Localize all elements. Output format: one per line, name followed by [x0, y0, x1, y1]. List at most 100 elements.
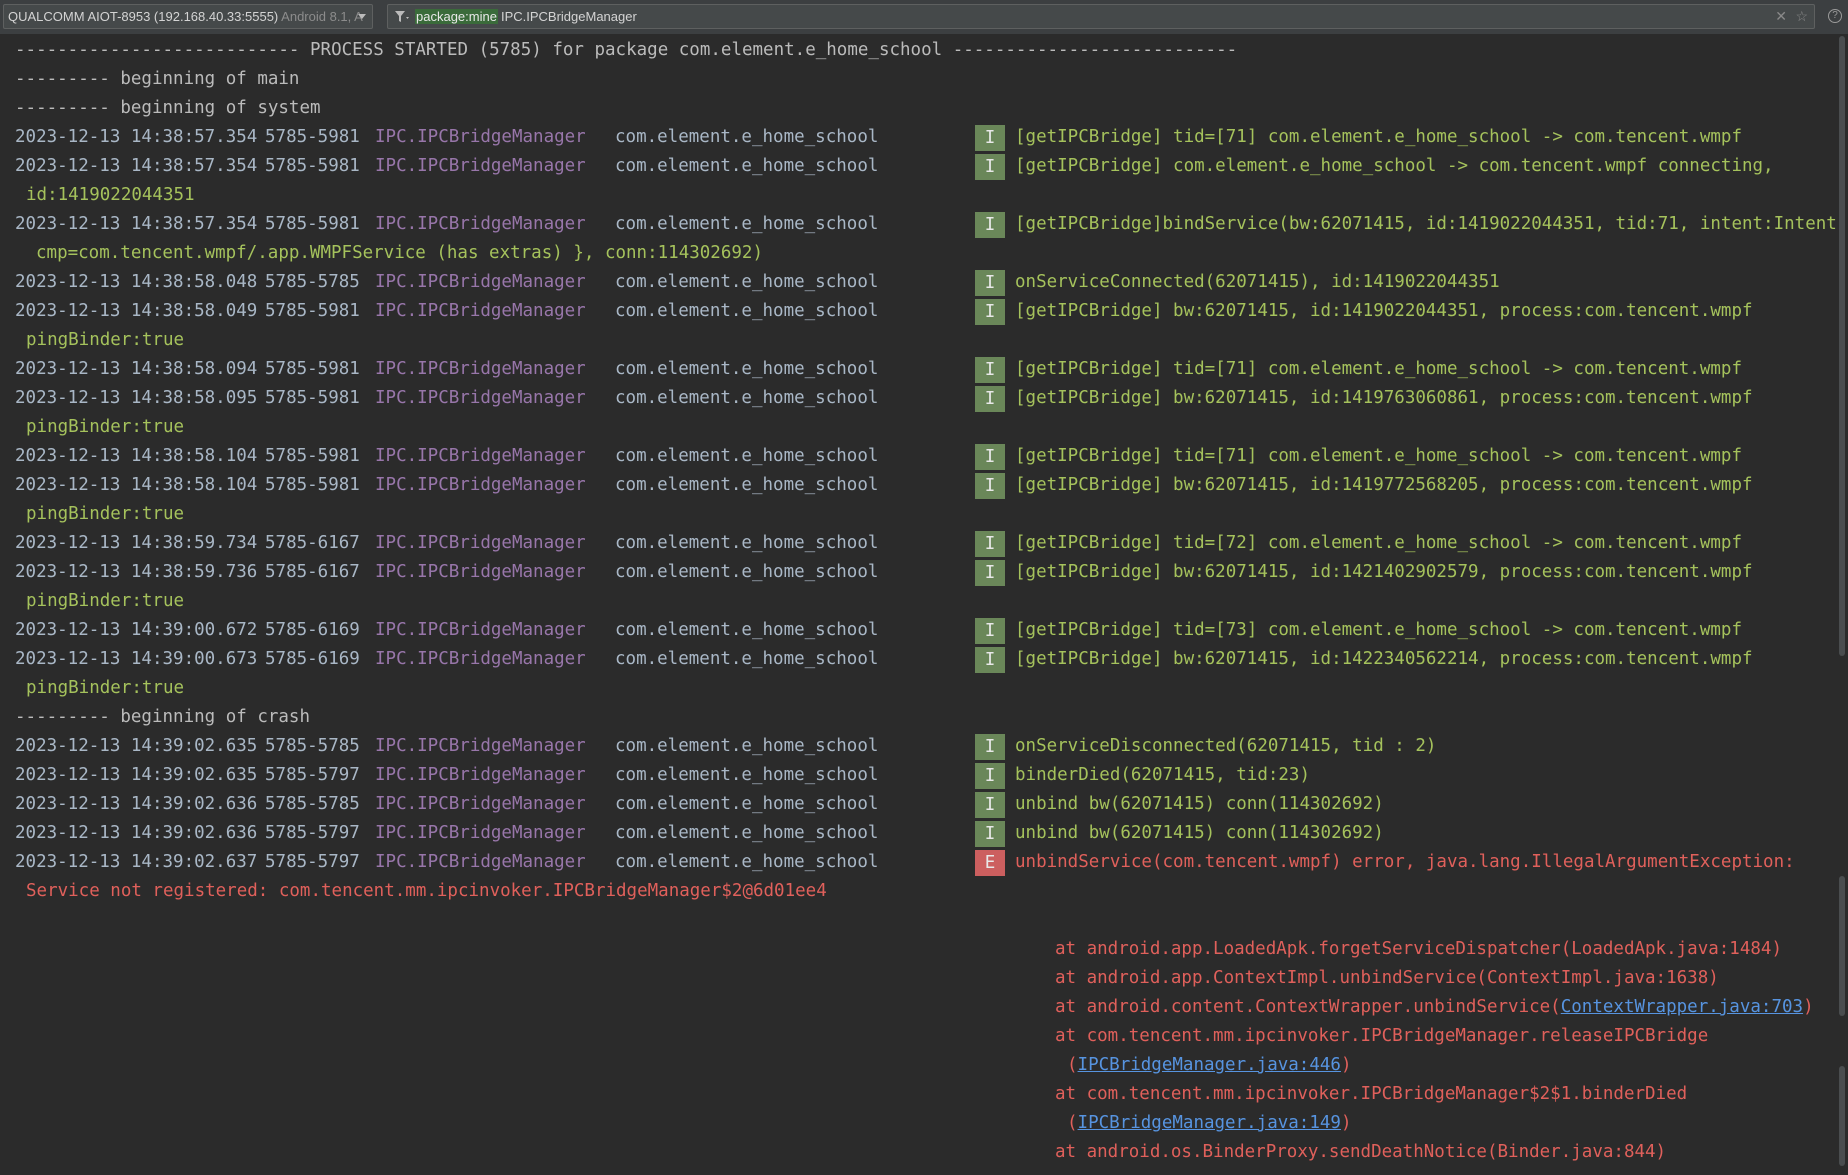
source-link[interactable]: IPCBridgeManager.java:446	[1078, 1055, 1341, 1075]
log-message: [getIPCBridge] bw:62071415, id:141976306…	[1015, 388, 1753, 408]
log-message: [getIPCBridge] tid=[71] com.element.e_ho…	[1015, 127, 1742, 147]
log-tag: IPC.IPCBridgeManager	[375, 446, 586, 466]
log-message-continuation: pingBinder:true	[26, 678, 185, 698]
log-tag: IPC.IPCBridgeManager	[375, 359, 586, 379]
log-tag: IPC.IPCBridgeManager	[375, 562, 586, 582]
log-pid-tid: 5785-5981	[265, 359, 360, 379]
crash-buffer-header: --------- beginning of crash	[15, 707, 311, 727]
log-line: 2023-12-13 14:38:57.354 5785-5981 IPC.IPCB…	[0, 123, 1836, 152]
source-link[interactable]: IPCBridgeManager.java:149	[1078, 1113, 1341, 1133]
stack-frame-cont: (IPCBridgeManager.java:149)	[0, 1109, 1836, 1138]
log-timestamp: 2023-12-13 14:39:02.637	[15, 852, 258, 872]
log-tag: IPC.IPCBridgeManager	[375, 127, 586, 147]
log-tag: IPC.IPCBridgeManager	[375, 301, 586, 321]
vertical-scrollbar[interactable]	[1836, 36, 1848, 1175]
log-message-continuation: id:1419022044351	[26, 185, 195, 205]
log-line: 2023-12-13 14:38:58.095 5785-5981 IPC.IPCB…	[0, 384, 1836, 413]
log-level-badge: I	[975, 299, 1005, 325]
log-message: [getIPCBridge] bw:62071415, id:141902204…	[1015, 301, 1753, 321]
log-line: 2023-12-13 14:38:57.354 5785-5981 IPC.IPCB…	[0, 152, 1836, 181]
log-message: [getIPCBridge] tid=[71] com.element.e_ho…	[1015, 359, 1742, 379]
stack-frame-text: )	[1340, 1113, 1352, 1133]
log-package: com.element.e_home_school	[615, 127, 879, 147]
log-level-badge: I	[975, 531, 1005, 557]
logcat-filter-input[interactable]: package:mine IPC.IPCBridgeManager ✕ ☆	[387, 4, 1815, 29]
log-package: com.element.e_home_school	[615, 533, 879, 553]
log-message: [getIPCBridge] tid=[72] com.element.e_ho…	[1015, 533, 1742, 553]
process-started-line: --------------------------- PROCESS STAR…	[15, 40, 1238, 60]
log-package: com.element.e_home_school	[615, 823, 879, 843]
scrollbar-thumb[interactable]	[1839, 36, 1845, 656]
log-pid-tid: 5785-5981	[265, 214, 360, 234]
favorite-filter-icon[interactable]: ☆	[1795, 5, 1808, 28]
log-message: [getIPCBridge] tid=[73] com.element.e_ho…	[1015, 620, 1742, 640]
log-timestamp: 2023-12-13 14:39:02.636	[15, 823, 258, 843]
log-message: [getIPCBridge] bw:62071415, id:141977256…	[1015, 475, 1753, 495]
log-line: 2023-12-13 14:39:02.636 5785-5785 IPC.IPCB…	[0, 790, 1836, 819]
log-level-badge: I	[975, 618, 1005, 644]
log-timestamp: 2023-12-13 14:38:59.736	[15, 562, 258, 582]
device-os: Android 8.1, A	[281, 9, 363, 24]
log-timestamp: 2023-12-13 14:38:58.104	[15, 446, 258, 466]
log-package: com.element.e_home_school	[615, 272, 879, 292]
log-pid-tid: 5785-5785	[265, 794, 360, 814]
stack-frame: at android.os.BinderProxy.sendDeathNotic…	[1055, 1142, 1667, 1162]
log-level-badge: I	[975, 647, 1005, 673]
device-selector[interactable]: QUALCOMM AIOT-8953 (192.168.40.33:5555) …	[3, 4, 373, 29]
crash-log-entries: 2023-12-13 14:39:02.635 5785-5785 IPC.IPCB…	[0, 732, 1836, 906]
stack-frame: at com.tencent.mm.ipcinvoker.IPCBridgeMa…	[1055, 1084, 1688, 1104]
system-buffer-header: --------- beginning of system	[15, 98, 321, 118]
log-timestamp: 2023-12-13 14:39:02.636	[15, 794, 258, 814]
stack-frame: at android.app.LoadedApk.forgetServiceDi…	[1055, 939, 1782, 959]
log-line: 2023-12-13 14:38:58.048 5785-5785 IPC.IPCB…	[0, 268, 1836, 297]
log-message: [getIPCBridge] bw:62071415, id:142140290…	[1015, 562, 1753, 582]
log-package: com.element.e_home_school	[615, 794, 879, 814]
stack-spacer	[0, 906, 1836, 935]
log-tag: IPC.IPCBridgeManager	[375, 852, 586, 872]
log-tag: IPC.IPCBridgeManager	[375, 765, 586, 785]
log-level-badge: I	[975, 154, 1005, 180]
logcat-output[interactable]: --------------------------- PROCESS STAR…	[0, 36, 1848, 1175]
log-tag: IPC.IPCBridgeManager	[375, 823, 586, 843]
chevron-down-icon	[358, 14, 366, 19]
source-link[interactable]: ContextWrapper.java:703	[1561, 997, 1803, 1017]
stack-frame-text: at android.content.ContextWrapper.unbind…	[1055, 997, 1561, 1017]
log-pid-tid: 5785-5981	[265, 475, 360, 495]
log-message-continuation: pingBinder:true	[26, 591, 185, 611]
log-line: 2023-12-13 14:38:59.736 5785-6167 IPC.IPCB…	[0, 558, 1836, 587]
stack-frame: at android.content.ContextWrapper.unbind…	[0, 993, 1836, 1022]
log-level-badge: I	[975, 473, 1005, 499]
log-message: onServiceConnected(62071415), id:1419022…	[1015, 272, 1500, 292]
log-message: [getIPCBridge] bw:62071415, id:142234056…	[1015, 649, 1753, 669]
log-message: [getIPCBridge]bindService(bw:62071415, i…	[1015, 214, 1848, 234]
log-line: 2023-12-13 14:38:58.094 5785-5981 IPC.IPCB…	[0, 355, 1836, 384]
log-timestamp: 2023-12-13 14:39:02.635	[15, 736, 258, 756]
log-package: com.element.e_home_school	[615, 301, 879, 321]
scrollbar-marker	[1839, 876, 1845, 1016]
log-line: 2023-12-13 14:39:00.672 5785-6169 IPC.IPCB…	[0, 616, 1836, 645]
log-package: com.element.e_home_school	[615, 475, 879, 495]
log-package: com.element.e_home_school	[615, 620, 879, 640]
clear-filter-icon[interactable]: ✕	[1775, 5, 1787, 28]
log-pid-tid: 5785-5797	[265, 823, 360, 843]
device-name: QUALCOMM AIOT-8953 (192.168.40.33:5555)	[8, 9, 279, 24]
log-pid-tid: 5785-5981	[265, 388, 360, 408]
log-tag: IPC.IPCBridgeManager	[375, 794, 586, 814]
log-level-badge: I	[975, 560, 1005, 586]
log-timestamp: 2023-12-13 14:38:58.049	[15, 301, 258, 321]
stack-frame: at android.app.ContextImpl.unbindService…	[1055, 968, 1719, 988]
log-tag: IPC.IPCBridgeManager	[375, 388, 586, 408]
log-line: 2023-12-13 14:39:02.635 5785-5797 IPC.IPCB…	[0, 761, 1836, 790]
log-line: 2023-12-13 14:39:02.636 5785-5797 IPC.IPCB…	[0, 819, 1836, 848]
help-icon[interactable]: ?	[1828, 9, 1842, 23]
log-pid-tid: 5785-5785	[265, 736, 360, 756]
log-line: 2023-12-13 14:38:58.104 5785-5981 IPC.IPCB…	[0, 471, 1836, 500]
log-line: 2023-12-13 14:38:58.049 5785-5981 IPC.IPCB…	[0, 297, 1836, 326]
log-package: com.element.e_home_school	[615, 214, 879, 234]
log-message-continuation: pingBinder:true	[26, 330, 185, 350]
log-timestamp: 2023-12-13 14:39:00.672	[15, 620, 258, 640]
log-line: 2023-12-13 14:39:00.673 5785-6169 IPC.IPCB…	[0, 645, 1836, 674]
main-buffer-header: --------- beginning of main	[15, 69, 300, 89]
filter-icon	[395, 11, 409, 22]
filter-query: package:mine IPC.IPCBridgeManager	[415, 5, 637, 28]
